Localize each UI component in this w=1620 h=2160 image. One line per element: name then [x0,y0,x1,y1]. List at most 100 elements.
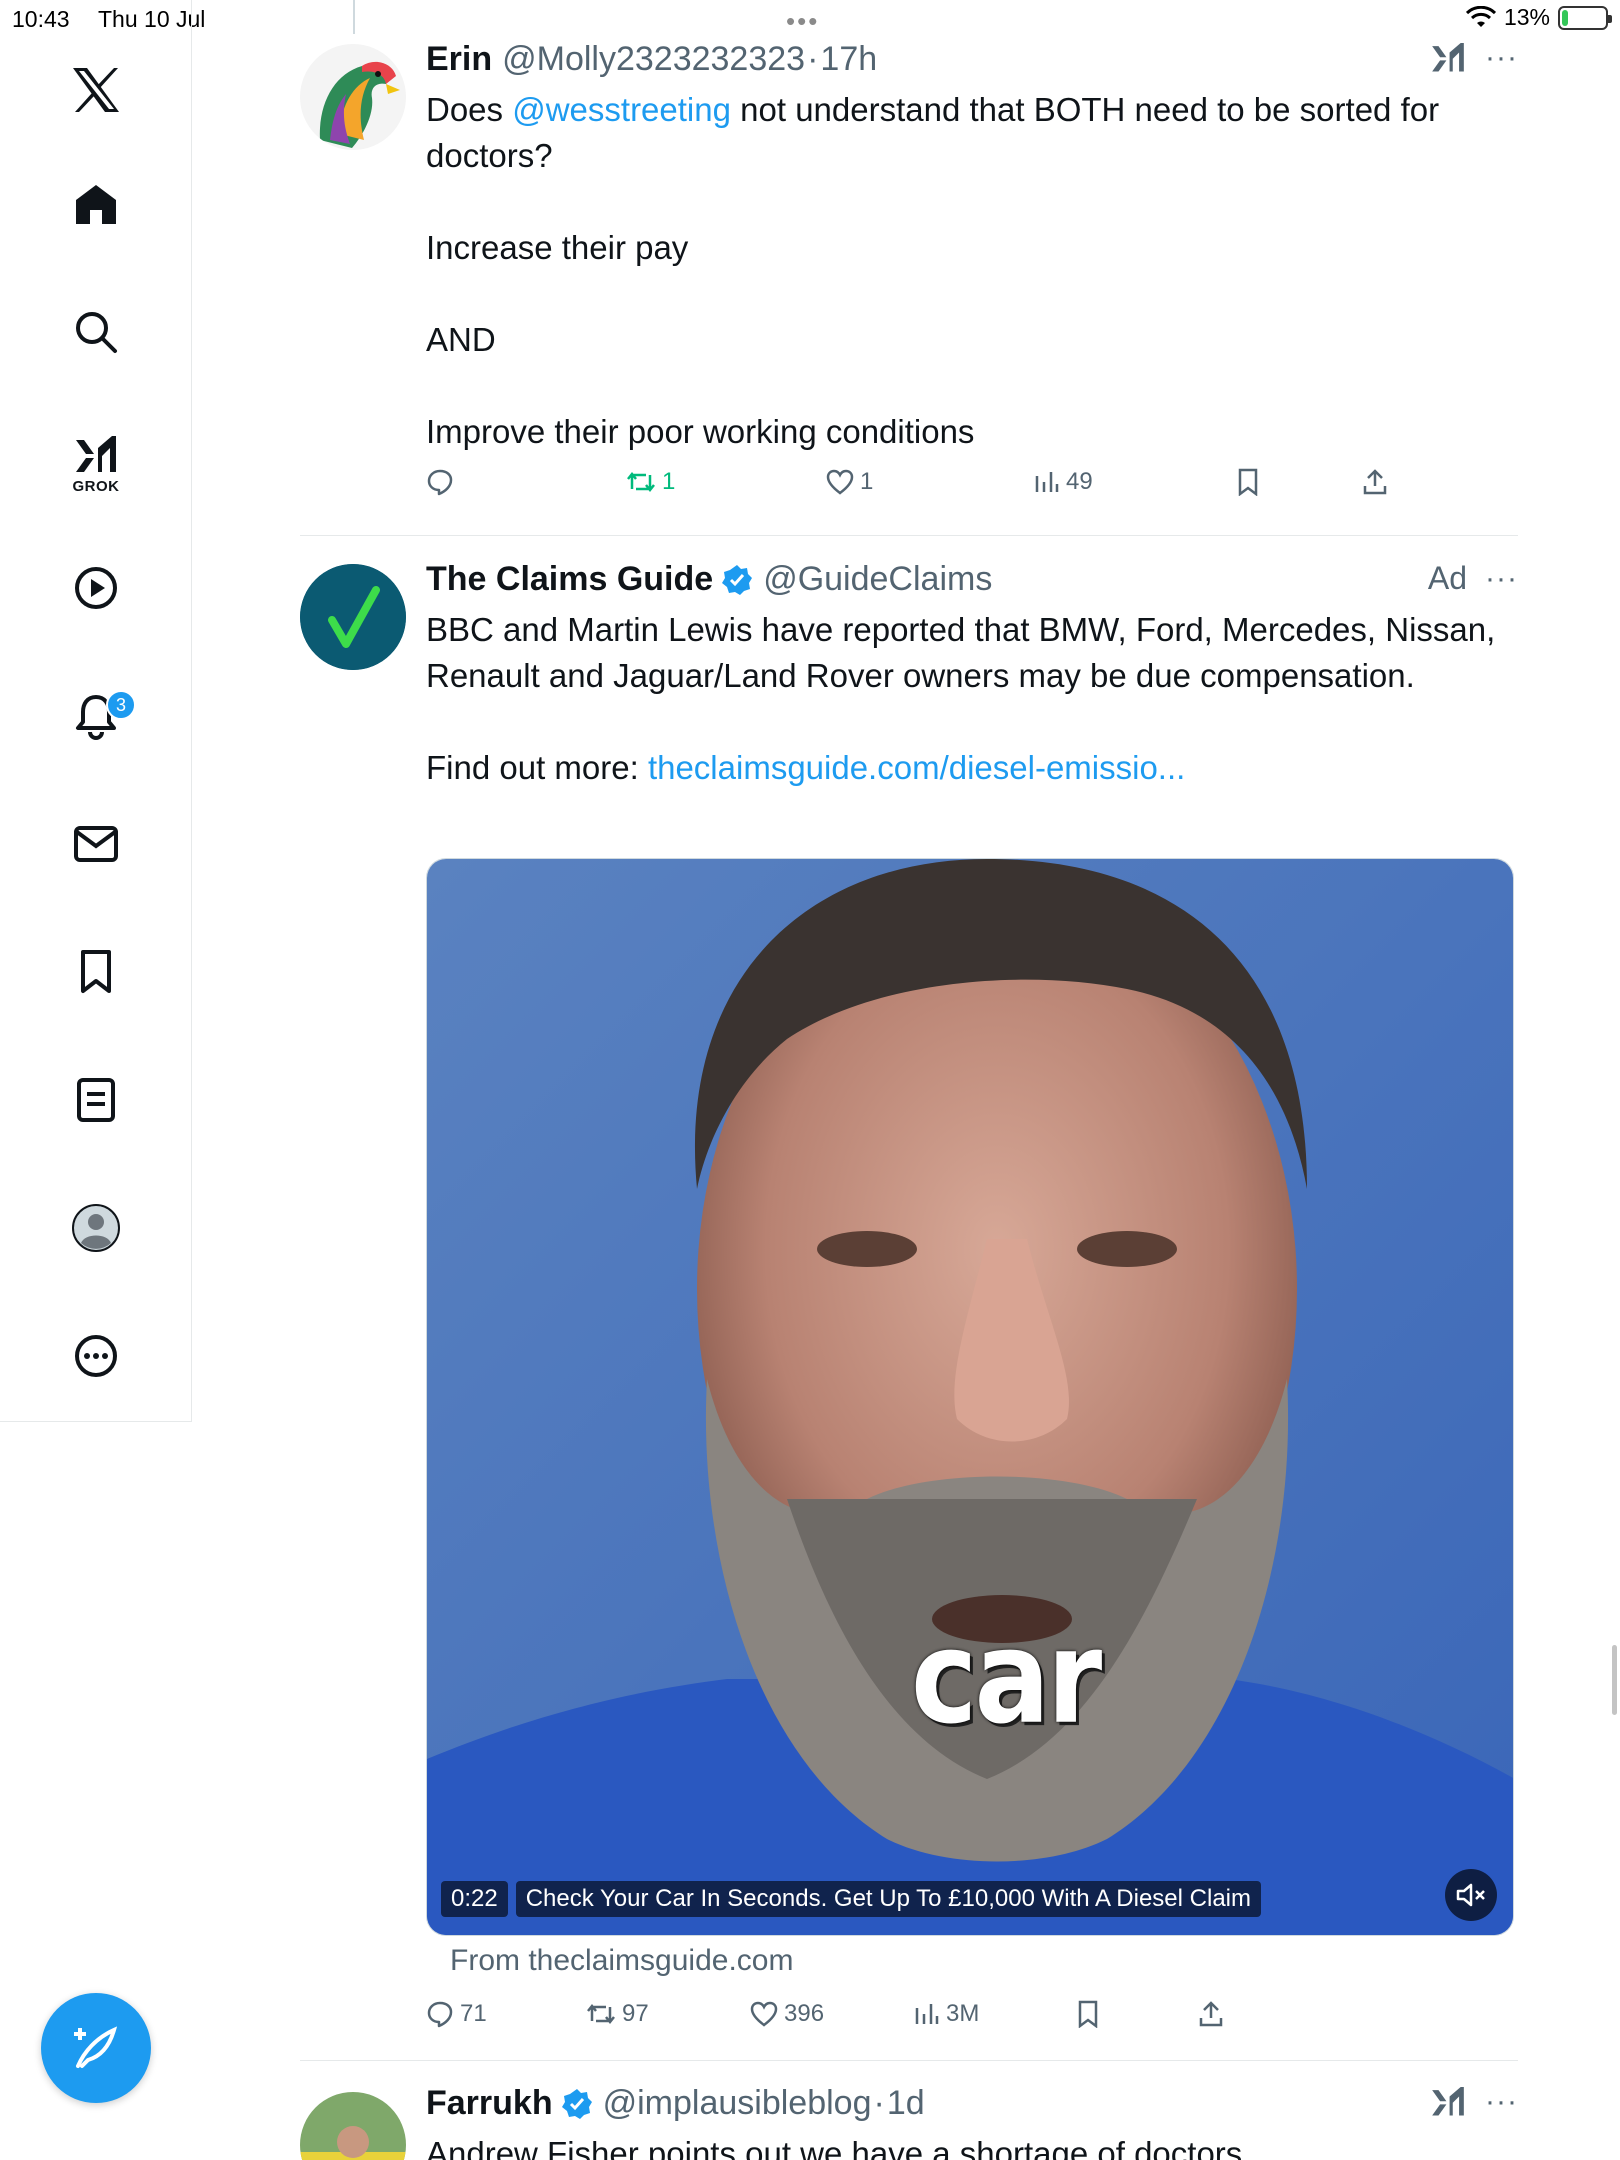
video-play-icon[interactable] [66,558,126,618]
compose-feather-icon [74,2026,118,2068]
text-line: Improve their poor working conditions [426,413,975,450]
author-name[interactable]: The Claims Guide [426,560,713,599]
bookmark-icon [1078,2000,1098,2028]
repost-button[interactable]: 97 [586,2000,649,2028]
battery-icon [1558,5,1612,30]
tweet-text-line: Andrew Fisher points out we have a short… [426,2135,1243,2160]
repost-button[interactable]: 1 [626,468,675,496]
heart-icon [826,469,854,495]
author-handle[interactable]: @implausibleblog [603,2084,872,2123]
tweet-erin[interactable]: Erin @Molly2323232323 · 17h Does @wesstr… [300,40,1518,530]
find-out-label: Find out more: [426,749,648,786]
repost-icon [587,2003,615,2025]
heart-icon [750,2001,778,2027]
text-pre: Does [426,91,513,128]
tweet-header-right: ··· [1429,40,1518,76]
reply-count: 71 [460,2000,487,2027]
reply-icon [427,469,453,496]
ad-source[interactable]: From theclaimsguide.com [450,1944,793,1978]
reply-button[interactable]: 71 [426,2000,487,2028]
video-player[interactable]: car 0:22 Check Your Car In Seconds. Get … [426,858,1514,1936]
tweet-actions: 1 1 49 [426,468,1518,508]
text-line: Increase their pay [426,229,689,266]
lists-icon[interactable] [66,1070,126,1130]
tweet-farrukh[interactable]: Farrukh @implausibleblog · 1d Andrew Fis… [300,2084,1518,2160]
x-logo-icon[interactable] [66,60,126,120]
video-caption-word: car [911,1603,1102,1753]
ad-text: BBC and Martin Lewis have reported that … [426,611,1496,694]
verified-badge-icon [561,2088,592,2119]
mail-icon[interactable] [66,814,126,874]
share-button[interactable] [1362,468,1388,496]
more-circle-icon[interactable] [66,1326,126,1386]
tweet-header-right: ··· [1429,2084,1518,2120]
bookmark-button[interactable] [1236,468,1260,496]
thread-connector-line [353,0,355,34]
bookmark-icon [1238,468,1258,496]
avatar[interactable] [300,2092,406,2160]
like-count: 396 [784,2000,825,2027]
profile-icon[interactable] [66,1198,126,1258]
avatar[interactable] [300,44,406,150]
repost-count: 97 [622,2000,649,2027]
notifications-bell-icon[interactable]: 3 [66,686,136,746]
author-name[interactable]: Farrukh [426,2084,553,2123]
grok-icon[interactable]: GROK [66,426,126,502]
more-options-icon[interactable]: ··· [1485,41,1518,75]
like-button[interactable]: 396 [750,2000,824,2028]
video-info: 0:22 Check Your Car In Seconds. Get Up T… [441,1881,1261,1917]
grok-label: GROK [72,477,120,495]
notification-badge: 3 [106,690,136,720]
author-name[interactable]: Erin [426,40,492,79]
views-chart-icon [915,2004,939,2024]
bookmark-icon[interactable] [66,942,126,1002]
grok-icon[interactable] [1429,40,1467,76]
views-button[interactable]: 49 [1034,468,1093,496]
mention-link[interactable]: @wesstreeting [512,91,731,128]
scrollbar[interactable] [1612,1645,1617,1715]
status-bar: 10:43 Thu 10 Jul ••• 13% [0,0,1620,40]
video-duration: 0:22 [441,1881,508,1917]
view-count: 3M [946,2000,980,2027]
mute-button[interactable] [1445,1869,1497,1921]
more-options-icon[interactable]: ··· [1485,562,1518,596]
tweet-text: Does @wesstreeting not understand that B… [426,87,1518,455]
muted-speaker-icon [1456,1883,1485,1907]
separator-dot: · [873,2084,885,2122]
bookmark-button[interactable] [1076,2000,1100,2028]
multitasking-dots-icon[interactable]: ••• [786,6,819,37]
like-button[interactable]: 1 [826,468,873,496]
sidebar: GROK 3 [0,0,192,1422]
share-button[interactable] [1198,2000,1224,2028]
video-frame [427,859,1513,1935]
post-time[interactable]: 1d [887,2084,925,2123]
text-line: AND [426,321,496,358]
tweet-header-right: Ad ··· [1428,560,1518,597]
ad-link[interactable]: theclaimsguide.com/diesel-emissio... [648,749,1185,786]
reply-icon [427,2001,453,2028]
repost-count: 1 [662,468,676,495]
more-options-icon[interactable]: ··· [1485,2085,1518,2119]
battery-percent: 13% [1503,4,1550,30]
post-time[interactable]: 17h [820,40,877,79]
separator-dot: · [807,40,819,78]
views-chart-icon [1035,472,1059,492]
views-button[interactable]: 3M [914,2000,979,2028]
reply-button[interactable] [426,468,460,496]
home-icon[interactable] [66,174,126,234]
compose-post-button[interactable] [41,1993,151,2103]
tweet-text: BBC and Martin Lewis have reported that … [426,607,1518,791]
divider [300,2060,1518,2061]
verified-badge-icon [722,564,753,595]
tweet-actions: 71 97 396 3M [426,2000,1518,2040]
avatar[interactable] [300,564,406,670]
grok-icon[interactable] [1429,2084,1467,2120]
tweet-ad-claims-guide[interactable]: The Claims Guide @GuideClaims BBC and Ma… [300,560,1518,2050]
share-icon [1363,469,1387,495]
ad-label: Ad [1427,560,1468,596]
view-count: 49 [1066,468,1093,495]
author-handle[interactable]: @GuideClaims [763,560,992,599]
battery-level [1562,9,1568,26]
search-icon[interactable] [66,302,126,362]
author-handle[interactable]: @Molly2323232323 [502,40,805,79]
